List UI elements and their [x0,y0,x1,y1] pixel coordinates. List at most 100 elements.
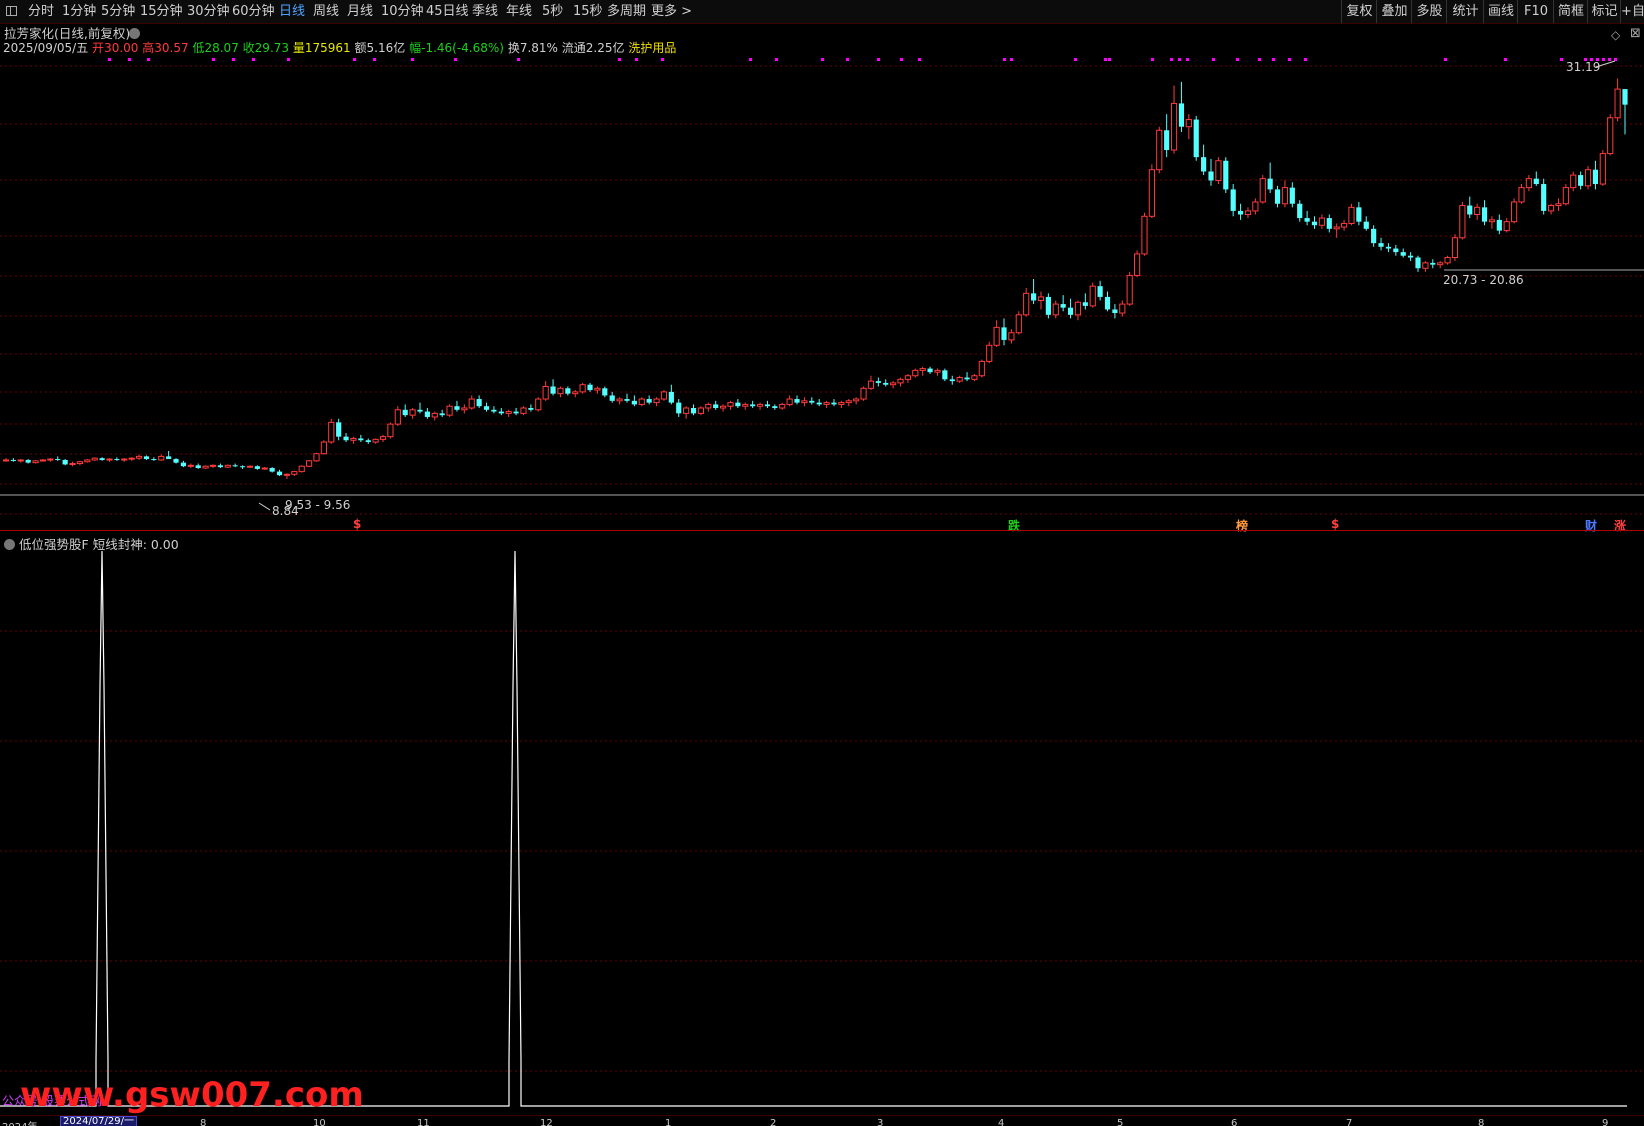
candle[interactable] [660,390,668,401]
candle[interactable] [513,408,519,416]
tool-button[interactable]: 多股 [1411,0,1447,23]
candle[interactable] [17,459,24,463]
period-tab[interactable]: 分时 [28,3,54,21]
candle[interactable] [187,463,194,469]
candle[interactable] [1201,144,1207,176]
candle[interactable] [594,386,601,394]
candle[interactable] [1584,166,1592,190]
period-tab[interactable]: 15分钟 [140,3,183,21]
period-tab[interactable]: 60分钟 [232,3,275,21]
period-tab[interactable]: 1分钟 [62,3,96,21]
candle[interactable] [1356,201,1362,226]
candle[interactable] [942,368,948,382]
candle[interactable] [1430,259,1436,269]
candle[interactable] [572,390,579,398]
candle[interactable] [254,465,260,470]
candle[interactable] [55,456,61,461]
candle[interactable] [1104,291,1111,312]
candle[interactable] [735,399,741,408]
candle[interactable] [394,406,401,426]
candle[interactable] [1281,180,1289,208]
candle[interactable] [616,397,623,405]
candle[interactable] [727,400,734,410]
period-tab[interactable]: 10分钟 [381,3,424,21]
candle[interactable] [1481,200,1488,226]
candle[interactable] [91,457,98,461]
candle[interactable] [1089,282,1096,308]
candle[interactable] [993,320,1000,348]
period-tab[interactable]: 月线 [347,3,373,21]
candle[interactable] [1614,78,1621,122]
candle[interactable] [1133,250,1141,278]
candle[interactable] [1045,293,1051,319]
candle[interactable] [535,397,542,412]
candle[interactable] [1444,255,1451,265]
candle[interactable] [1074,300,1082,321]
candle[interactable] [1451,234,1459,262]
candle[interactable] [39,459,47,462]
candle[interactable] [668,384,674,405]
candle[interactable] [964,372,970,382]
candle[interactable] [306,459,313,468]
candle[interactable] [1304,210,1310,226]
candle[interactable] [1274,185,1281,208]
candle[interactable] [742,402,749,410]
candle[interactable] [1385,243,1392,253]
candle[interactable] [956,375,963,383]
period-tab[interactable]: 30分钟 [187,3,230,21]
candle[interactable] [971,373,978,382]
candle[interactable] [860,386,867,401]
candle[interactable] [106,458,113,462]
candle[interactable] [1015,311,1022,335]
concept-tag[interactable]: 洗护用品 [628,41,676,55]
candle[interactable] [1267,162,1273,193]
candle[interactable] [978,359,985,378]
candle[interactable] [750,400,756,408]
candle[interactable] [1037,291,1045,310]
candle[interactable] [99,457,105,461]
candle[interactable] [838,400,845,408]
candle[interactable] [927,366,933,374]
candle[interactable] [1533,171,1539,186]
candle[interactable] [705,402,712,412]
candle[interactable] [1208,158,1214,186]
candle[interactable] [1459,201,1466,240]
candle[interactable] [328,418,335,444]
period-tab[interactable]: 日线 [279,3,305,21]
candle[interactable] [890,381,897,389]
candle[interactable] [1518,184,1525,204]
candle[interactable] [1340,219,1348,231]
candlestick-chart[interactable]: 31.198.849.53 - 9.5620.73 - 20.86 [0,54,1644,530]
candle[interactable] [1052,300,1059,319]
tool-button[interactable]: 简框 [1553,0,1588,23]
candle[interactable] [1599,150,1606,186]
candle[interactable] [84,459,91,463]
candle[interactable] [779,402,786,410]
candle[interactable] [365,438,371,444]
candle[interactable] [1488,216,1496,229]
candle[interactable] [336,418,342,441]
candle[interactable] [217,463,223,469]
candle[interactable] [653,397,660,407]
candle[interactable] [1348,203,1355,226]
candle[interactable] [1008,329,1015,344]
candle[interactable] [853,397,860,405]
candle[interactable] [1437,261,1444,269]
candle[interactable] [1082,293,1088,310]
candle[interactable] [246,465,254,469]
candle[interactable] [631,395,637,407]
candle[interactable] [409,408,416,419]
tool-button[interactable]: 统计 [1446,0,1484,23]
candle[interactable] [25,459,31,464]
event-marker[interactable]: $ [1331,517,1339,531]
candle[interactable] [173,458,179,464]
period-tab[interactable]: 季线 [472,3,498,21]
candle[interactable] [646,395,652,405]
candle[interactable] [550,379,556,396]
candle[interactable] [454,400,460,412]
candle[interactable] [261,467,268,470]
candle[interactable] [224,464,231,469]
candle[interactable] [424,408,430,419]
close-icon[interactable]: ⊠ [1630,26,1641,41]
period-tab[interactable]: 多周期 [607,3,646,21]
